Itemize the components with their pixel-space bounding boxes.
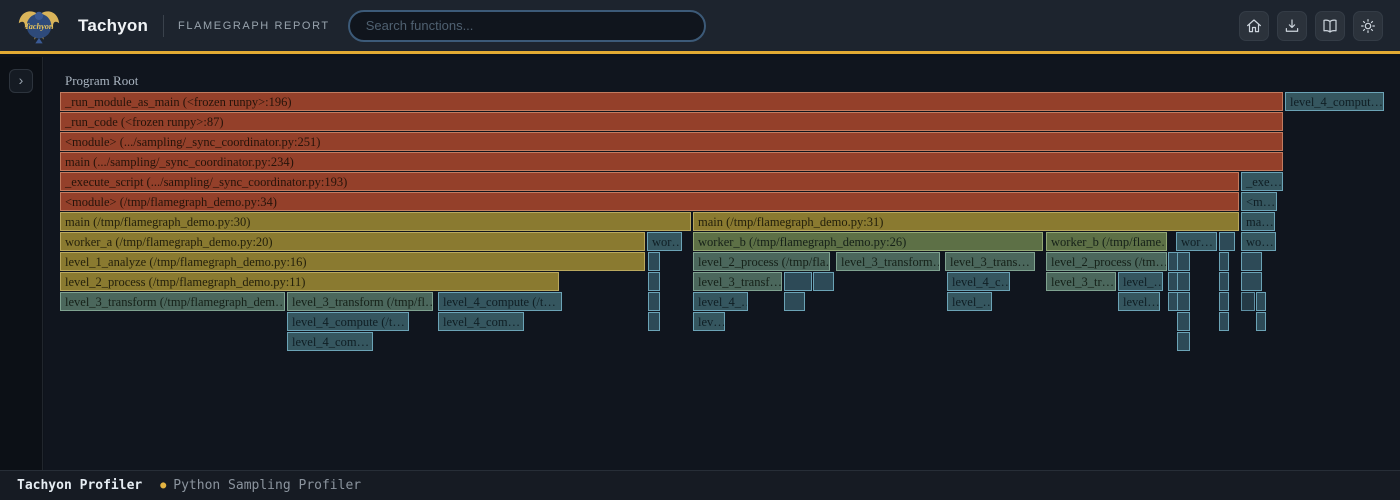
flame-frame[interactable]: main (/tmp/flamegraph_demo.py:31): [693, 212, 1239, 231]
book-icon: [1321, 17, 1339, 35]
chevron-right-icon: ›: [19, 72, 24, 88]
flamegraph: Program Root _run_module_as_main (<froze…: [44, 57, 1400, 470]
report-type-label: FLAMEGRAPH REPORT: [178, 20, 330, 32]
flame-frame[interactable]: [1256, 292, 1266, 311]
flame-frame[interactable]: level_3_transform…: [836, 252, 940, 271]
flame-frame[interactable]: [648, 252, 660, 271]
flame-frame[interactable]: level_4_com…: [287, 332, 373, 351]
flame-frame[interactable]: [1177, 312, 1190, 331]
flame-frame[interactable]: <m…: [1241, 192, 1277, 211]
flame-frame[interactable]: [1177, 252, 1190, 271]
download-button[interactable]: [1277, 11, 1307, 41]
flame-frame[interactable]: level_4_c…: [947, 272, 1010, 291]
flame-frame[interactable]: [648, 272, 660, 291]
flame-frame[interactable]: level_2_process (/tm…: [1046, 252, 1167, 271]
flame-frame[interactable]: worker_b (/tmp/flamegraph_demo.py:26): [693, 232, 1043, 251]
download-icon: [1283, 17, 1301, 35]
flame-frame[interactable]: [1177, 292, 1190, 311]
flame-frame[interactable]: [1256, 312, 1266, 331]
sidebar-toggle-button[interactable]: ›: [9, 69, 33, 93]
flame-frame[interactable]: main (/tmp/flamegraph_demo.py:30): [60, 212, 691, 231]
flame-frame[interactable]: [784, 292, 805, 311]
flame-frame[interactable]: level…: [1118, 292, 1160, 311]
status-bar: Tachyon Profiler ● Python Sampling Profi…: [0, 470, 1400, 500]
header-actions: [1239, 11, 1400, 41]
tachyon-logo-icon: Tachyon: [17, 4, 61, 48]
flame-frame[interactable]: level_2_process (/tmp/fla…: [693, 252, 830, 271]
flame-frame[interactable]: [813, 272, 834, 291]
flame-frame[interactable]: [1241, 252, 1262, 271]
flame-frame[interactable]: [1219, 312, 1229, 331]
sun-icon: [1359, 17, 1377, 35]
flame-frame[interactable]: level_3_transform (/tmp/flamegraph_dem…: [60, 292, 285, 311]
flame-frame[interactable]: <module> (.../sampling/_sync_coordinator…: [60, 132, 1283, 151]
flame-frame[interactable]: [1177, 272, 1190, 291]
footer-subtitle: Python Sampling Profiler: [173, 478, 361, 493]
flame-frame[interactable]: wor…: [647, 232, 682, 251]
status-dot-icon: ●: [160, 480, 166, 491]
flame-frame[interactable]: wo…: [1241, 232, 1276, 251]
svg-text:Tachyon: Tachyon: [24, 22, 53, 31]
flame-frame[interactable]: [1219, 292, 1229, 311]
flame-frame[interactable]: level_4_compute (/t…: [287, 312, 409, 331]
flame-frame[interactable]: worker_a (/tmp/flamegraph_demo.py:20): [60, 232, 645, 251]
flame-frame[interactable]: [1219, 252, 1229, 271]
theme-button[interactable]: [1353, 11, 1383, 41]
flame-frame[interactable]: level_…: [947, 292, 992, 311]
flame-frame[interactable]: level_…: [1118, 272, 1163, 291]
sidebar: ›: [0, 57, 43, 470]
flame-frame[interactable]: _exe…: [1241, 172, 1283, 191]
flame-frame[interactable]: [648, 292, 660, 311]
flame-frame[interactable]: level_4_…: [693, 292, 748, 311]
flame-frame[interactable]: _execute_script (.../sampling/_sync_coor…: [60, 172, 1239, 191]
app-title: Tachyon: [78, 16, 148, 36]
flame-frame[interactable]: [1219, 272, 1229, 291]
flame-frame[interactable]: [1241, 272, 1262, 291]
footer-app-name: Tachyon Profiler: [17, 478, 142, 493]
flame-frame[interactable]: ma…: [1241, 212, 1275, 231]
header: Tachyon Tachyon FLAMEGRAPH REPORT: [0, 0, 1400, 54]
flame-frame[interactable]: level_3_trans…: [945, 252, 1035, 271]
flame-frame[interactable]: level_4_com…: [438, 312, 524, 331]
home-icon: [1245, 17, 1263, 35]
flame-frame[interactable]: level_4_comput…: [1285, 92, 1384, 111]
flame-frame[interactable]: worker_b (/tmp/flame…: [1046, 232, 1167, 251]
flame-frame[interactable]: level_3_transform (/tmp/fl…: [287, 292, 433, 311]
flame-frame[interactable]: level_4_compute (/t…: [438, 292, 562, 311]
search-input[interactable]: [348, 10, 706, 42]
flame-frame[interactable]: level_1_analyze (/tmp/flamegraph_demo.py…: [60, 252, 645, 271]
flamegraph-panel: Program Root _run_module_as_main (<froze…: [44, 57, 1400, 470]
flame-frame[interactable]: lev…: [693, 312, 725, 331]
flame-frame[interactable]: _run_code (<frozen runpy>:87): [60, 112, 1283, 131]
flame-root-label: Program Root: [65, 73, 138, 89]
flame-frame[interactable]: [1241, 292, 1255, 311]
flame-frame[interactable]: level_3_tr…: [1046, 272, 1116, 291]
flame-frame[interactable]: wor…: [1176, 232, 1217, 251]
docs-button[interactable]: [1315, 11, 1345, 41]
flame-frame[interactable]: _run_module_as_main (<frozen runpy>:196): [60, 92, 1283, 111]
home-button[interactable]: [1239, 11, 1269, 41]
flame-frame[interactable]: [648, 312, 660, 331]
header-divider: [163, 15, 164, 37]
flame-frame[interactable]: [1177, 332, 1190, 351]
flame-frame[interactable]: [784, 272, 812, 291]
flame-frame[interactable]: level_3_transf…: [693, 272, 782, 291]
flame-frame[interactable]: <module> (/tmp/flamegraph_demo.py:34): [60, 192, 1239, 211]
flame-frame[interactable]: level_2_process (/tmp/flamegraph_demo.py…: [60, 272, 559, 291]
flame-frame[interactable]: [1219, 232, 1235, 251]
flame-frame[interactable]: main (.../sampling/_sync_coordinator.py:…: [60, 152, 1283, 171]
